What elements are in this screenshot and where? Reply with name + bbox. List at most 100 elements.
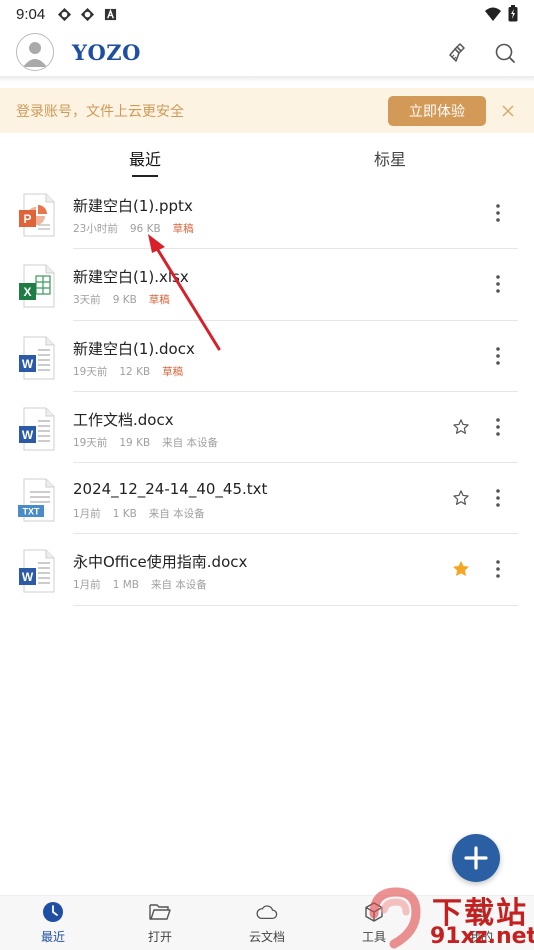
file-meta: 23小时前 96 KB 草稿 [73, 221, 206, 236]
more-vertical-icon [496, 418, 500, 436]
nav-label: 打开 [147, 930, 172, 944]
row-divider [73, 604, 518, 606]
draft-tag: 草稿 [148, 294, 170, 307]
cloud-icon [256, 901, 278, 923]
svg-text:P: P [23, 212, 31, 226]
file-time: 1月前 [73, 508, 101, 521]
file-size: 1 KB [112, 508, 137, 521]
more-vertical-icon [496, 489, 500, 507]
file-meta: 1月前 1 KB 来自 本设备 [73, 506, 217, 521]
app-header: YOZO [0, 28, 534, 76]
file-meta: 19天前 12 KB 草稿 [73, 364, 195, 379]
more-vertical-icon [496, 346, 500, 365]
tab-starred[interactable]: 标星 [374, 146, 406, 170]
banner-close-button[interactable] [498, 101, 518, 121]
nav-open[interactable]: 打开 [125, 901, 195, 945]
header-shadow [0, 76, 534, 82]
a-notification-icon [103, 7, 118, 22]
star-button[interactable] [450, 416, 472, 438]
broom-icon [449, 43, 465, 62]
file-row[interactable]: X 新建空白(1).xlsx 3天前 9 KB 草稿 [0, 249, 534, 321]
file-time: 3天前 [73, 294, 101, 307]
txt-file-icon: TXT [18, 478, 56, 522]
file-source: 来自 本设备 [148, 508, 205, 521]
star-outline-icon [453, 419, 469, 434]
status-time: 9:04 [16, 5, 46, 23]
watermark-url: 91xz.net [430, 924, 534, 949]
file-name: 2024_12_24-14_40_45.txt [73, 480, 268, 499]
file-name: 永中Office使用指南.docx [73, 553, 248, 572]
docx-file-icon: W [18, 407, 56, 451]
file-more-button[interactable] [488, 202, 508, 224]
app-notification-icon [80, 7, 95, 22]
watermark-logo-icon [369, 887, 421, 949]
file-size: 9 KB [112, 294, 137, 307]
file-size: 12 KB [119, 365, 151, 378]
file-time: 23小时前 [73, 223, 118, 235]
clock-icon [42, 901, 64, 923]
file-meta: 19天前 19 KB 来自 本设备 [73, 435, 230, 450]
search-icon [495, 43, 515, 63]
file-meta: 3天前 9 KB 草稿 [73, 292, 182, 307]
file-more-button[interactable] [488, 273, 508, 295]
svg-text:X: X [23, 285, 31, 299]
app-logo: YOZO [72, 39, 141, 65]
file-name: 新建空白(1).xlsx [73, 268, 189, 287]
file-time: 1月前 [73, 579, 101, 592]
login-banner: 登录账号，文件上云更安全 立即体验 [0, 88, 534, 133]
user-avatar[interactable] [16, 33, 54, 71]
file-size: 19 KB [119, 436, 151, 449]
close-icon [502, 105, 514, 117]
star-outline-icon [453, 490, 469, 506]
more-vertical-icon [496, 560, 500, 579]
file-name: 新建空白(1).docx [73, 339, 195, 358]
file-row[interactable]: P 新建空白(1).pptx 23小时前 96 KB 草稿 [0, 178, 534, 250]
nav-recent[interactable]: 最近 [18, 901, 88, 945]
docx-file-icon: W [18, 549, 56, 593]
search-button[interactable] [492, 40, 518, 66]
star-button[interactable] [450, 558, 472, 580]
tab-active-indicator [132, 175, 158, 177]
try-now-button[interactable]: 立即体验 [388, 96, 486, 126]
file-more-button[interactable] [488, 558, 508, 580]
draft-tag: 草稿 [172, 223, 194, 235]
file-row[interactable]: W 永中Office使用指南.docx 1月前 1 MB 来自 本设备 [0, 534, 534, 606]
file-size: 1 MB [112, 579, 139, 592]
file-time: 19天前 [73, 436, 108, 449]
file-list: P 新建空白(1).pptx 23小时前 96 KB 草稿 X 新建空白(1).xl… [0, 178, 534, 606]
new-document-button[interactable] [452, 834, 500, 882]
plus-icon [464, 846, 488, 870]
status-bar: 9:04 [0, 0, 534, 28]
file-row[interactable]: W 工作文档.docx 19天前 19 KB 来自 本设备 [0, 392, 534, 464]
more-vertical-icon [496, 275, 500, 294]
svg-text:W: W [22, 428, 34, 442]
file-tabs: 最近 标星 [0, 140, 534, 180]
pptx-file-icon: P [18, 193, 56, 237]
file-time: 19天前 [73, 365, 108, 378]
svg-text:W: W [22, 357, 34, 371]
user-icon [23, 42, 47, 67]
nav-label: 云文档 [248, 930, 285, 944]
banner-text: 登录账号，文件上云更安全 [16, 103, 184, 120]
file-row[interactable]: W 新建空白(1).docx 19天前 12 KB 草稿 [0, 321, 534, 392]
battery-icon [508, 5, 518, 26]
file-size: 96 KB [129, 223, 161, 235]
clean-button[interactable] [446, 40, 472, 66]
folder-icon [149, 901, 171, 923]
docx-file-icon: W [18, 336, 56, 380]
file-more-button[interactable] [488, 345, 508, 367]
nav-cloud-docs[interactable]: 云文档 [232, 901, 302, 945]
file-row[interactable]: TXT 2024_12_24-14_40_45.txt 1月前 1 KB 来自 本设… [0, 463, 534, 535]
file-more-button[interactable] [488, 487, 508, 509]
file-source: 来自 本设备 [150, 579, 207, 592]
header-actions [446, 40, 518, 66]
draft-tag: 草稿 [162, 365, 184, 378]
svg-text:W: W [22, 570, 34, 584]
tab-recent[interactable]: 最近 [129, 146, 161, 170]
file-source: 来自 本设备 [162, 436, 219, 449]
file-more-button[interactable] [488, 416, 508, 438]
star-button[interactable] [450, 487, 472, 509]
nav-label: 最近 [40, 930, 65, 944]
file-meta: 1月前 1 MB 来自 本设备 [73, 577, 219, 592]
xlsx-file-icon: X [18, 264, 56, 308]
